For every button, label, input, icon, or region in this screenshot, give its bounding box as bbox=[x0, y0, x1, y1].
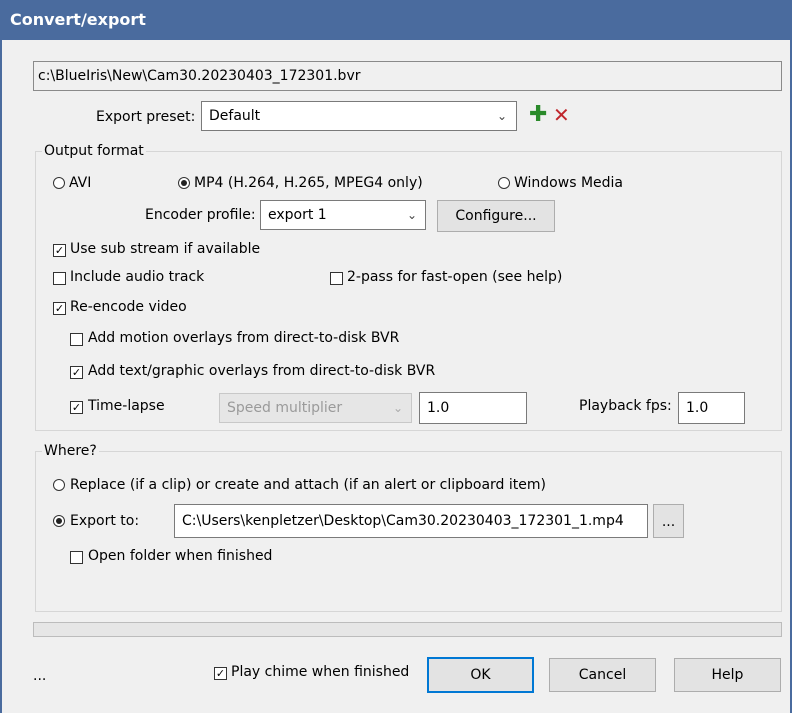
chevron-down-icon: ⌄ bbox=[393, 401, 404, 415]
export-path-input[interactable]: C:\Users\kenpletzer\Desktop\Cam30.202304… bbox=[174, 504, 648, 538]
output-format-group bbox=[35, 151, 782, 431]
sub-stream-label[interactable]: Use sub stream if available bbox=[70, 241, 260, 257]
replace-radio[interactable] bbox=[53, 479, 65, 491]
configure-button[interactable]: Configure... bbox=[437, 200, 555, 232]
two-pass-checkbox[interactable] bbox=[330, 272, 343, 285]
open-folder-label[interactable]: Open folder when finished bbox=[88, 548, 272, 564]
audio-checkbox[interactable] bbox=[53, 272, 66, 285]
speed-multiplier-input[interactable]: 1.0 bbox=[419, 392, 527, 424]
motion-overlay-label[interactable]: Add motion overlays from direct-to-disk … bbox=[88, 330, 399, 346]
output-format-title: Output format bbox=[42, 143, 146, 159]
reencode-label[interactable]: Re-encode video bbox=[70, 299, 187, 315]
export-to-radio[interactable] bbox=[53, 515, 65, 527]
source-path-field[interactable]: c:\BlueIris\New\Cam30.20230403_172301.bv… bbox=[33, 61, 782, 91]
avi-radio[interactable] bbox=[53, 177, 65, 189]
export-to-label[interactable]: Export to: bbox=[70, 513, 139, 529]
reencode-checkbox[interactable]: ✓ bbox=[53, 302, 66, 315]
status-ellipsis: ... bbox=[33, 668, 47, 684]
motion-overlay-checkbox[interactable] bbox=[70, 333, 83, 346]
sub-stream-checkbox[interactable]: ✓ bbox=[53, 244, 66, 257]
where-title: Where? bbox=[42, 443, 99, 459]
replace-label[interactable]: Replace (if a clip) or create and attach… bbox=[70, 477, 546, 493]
playback-fps-label: Playback fps: bbox=[579, 398, 672, 414]
ok-button[interactable]: OK bbox=[427, 657, 534, 693]
text-overlay-label[interactable]: Add text/graphic overlays from direct-to… bbox=[88, 363, 435, 379]
speed-multiplier-value: Speed multiplier bbox=[227, 400, 343, 416]
windows-media-label[interactable]: Windows Media bbox=[514, 175, 623, 191]
mp4-radio[interactable] bbox=[178, 177, 190, 189]
mp4-label[interactable]: MP4 (H.264, H.265, MPEG4 only) bbox=[194, 175, 423, 191]
encoder-profile-select[interactable]: export 1 ⌄ bbox=[260, 200, 426, 230]
chevron-down-icon: ⌄ bbox=[407, 208, 418, 222]
audio-label[interactable]: Include audio track bbox=[70, 269, 204, 285]
timelapse-label[interactable]: Time-lapse bbox=[88, 398, 165, 414]
cancel-button[interactable]: Cancel bbox=[549, 658, 656, 692]
window-title: Convert/export bbox=[10, 10, 146, 29]
export-preset-value: Default bbox=[209, 108, 261, 124]
text-overlay-checkbox[interactable]: ✓ bbox=[70, 366, 83, 379]
plus-icon[interactable]: ✚ bbox=[529, 102, 547, 127]
help-button[interactable]: Help bbox=[674, 658, 781, 692]
encoder-profile-label: Encoder profile: bbox=[145, 207, 256, 223]
open-folder-checkbox[interactable] bbox=[70, 551, 83, 564]
delete-x-icon[interactable]: ✕ bbox=[553, 103, 570, 127]
window-border-left bbox=[0, 40, 2, 713]
browse-button[interactable]: ... bbox=[653, 504, 684, 538]
encoder-profile-value: export 1 bbox=[268, 207, 327, 223]
chime-label[interactable]: Play chime when finished bbox=[231, 664, 409, 680]
two-pass-label[interactable]: 2-pass for fast-open (see help) bbox=[347, 269, 562, 285]
avi-label[interactable]: AVI bbox=[69, 175, 91, 191]
convert-export-dialog: Convert/export c:\BlueIris\New\Cam30.202… bbox=[0, 0, 792, 713]
export-preset-label: Export preset: bbox=[96, 109, 196, 125]
export-preset-select[interactable]: Default ⌄ bbox=[201, 101, 517, 131]
playback-fps-input[interactable]: 1.0 bbox=[678, 392, 745, 424]
chevron-down-icon: ⌄ bbox=[497, 109, 508, 123]
speed-multiplier-select: Speed multiplier ⌄ bbox=[219, 393, 412, 423]
progress-bar bbox=[33, 622, 782, 637]
title-bar: Convert/export bbox=[0, 0, 792, 40]
chime-checkbox[interactable]: ✓ bbox=[214, 667, 227, 680]
timelapse-checkbox[interactable]: ✓ bbox=[70, 401, 83, 414]
windows-media-radio[interactable] bbox=[498, 177, 510, 189]
